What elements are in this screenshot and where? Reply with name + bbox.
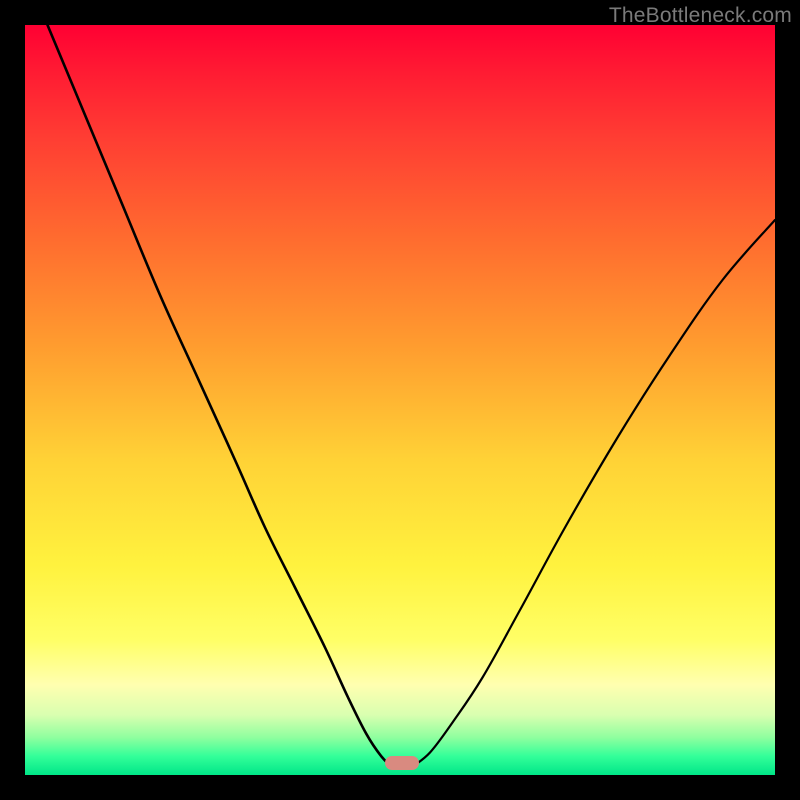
watermark-text: TheBottleneck.com xyxy=(609,4,792,28)
plot-area xyxy=(25,25,775,775)
curve-left-branch xyxy=(48,25,393,768)
curve-right-branch xyxy=(411,220,775,768)
bottleneck-curve xyxy=(25,25,775,775)
optimal-point-marker xyxy=(385,756,419,770)
chart-frame: TheBottleneck.com xyxy=(0,0,800,800)
